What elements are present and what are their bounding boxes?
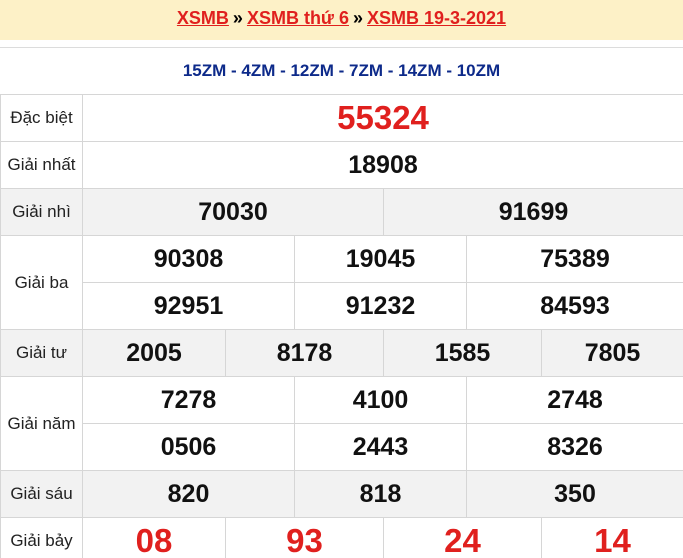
- prize-number: 350: [465, 470, 683, 518]
- prize-number: 2748: [465, 376, 683, 424]
- special-number: 55324: [81, 94, 683, 142]
- prize-number: 18908: [81, 141, 683, 189]
- prize-number: 8326: [465, 423, 683, 471]
- prize-label: Giải năm: [0, 376, 83, 471]
- prize-number: 08: [82, 517, 226, 558]
- prize-number: 0506: [82, 423, 295, 471]
- breadcrumb-separator: »: [232, 8, 243, 28]
- row-second: Giải nhì 70030 91699: [0, 188, 683, 236]
- prize-number: 4100: [294, 376, 467, 424]
- prize-number: 1585: [383, 329, 542, 377]
- prize-label: Giải ba: [0, 235, 83, 330]
- row-fifth-b: 0506 2443 8326: [1, 423, 683, 471]
- prize-number: 24: [383, 517, 542, 558]
- breadcrumb-link-xsmb[interactable]: XSMB: [177, 8, 229, 28]
- prize-number: 91232: [294, 282, 467, 330]
- prize-number: 820: [82, 470, 295, 518]
- prize-number: 90308: [82, 235, 295, 283]
- prize-number: 70030: [82, 188, 384, 236]
- prize-label: Giải bảy: [0, 517, 83, 558]
- row-first: Giải nhất 18908: [0, 141, 683, 189]
- prize-label: Giải sáu: [0, 470, 83, 518]
- prize-number: 14: [540, 517, 683, 558]
- prize-number: 7805: [540, 329, 683, 377]
- prize-label: Giải nhất: [0, 141, 83, 189]
- prize-label: Đặc biệt: [0, 94, 83, 142]
- row-sixth: Giải sáu 820 818 350: [0, 470, 683, 518]
- prize-number: 91699: [382, 188, 683, 236]
- prize-number: 7278: [82, 376, 295, 424]
- prize-number: 84593: [465, 282, 683, 330]
- prize-number: 2005: [82, 329, 226, 377]
- breadcrumb-link-xsmb-date[interactable]: XSMB 19-3-2021: [367, 8, 506, 28]
- breadcrumb-link-xsmb-weekday[interactable]: XSMB thứ 6: [247, 8, 349, 28]
- prize-number: 8178: [225, 329, 384, 377]
- results-table: Đặc biệt 55324 Giải nhất 18908 Giải nhì …: [0, 94, 683, 558]
- draw-codes: 15ZM - 4ZM - 12ZM - 7ZM - 14ZM - 10ZM: [0, 47, 683, 94]
- prize-label: Giải tư: [0, 329, 83, 377]
- prize-label: Giải nhì: [0, 188, 83, 236]
- prize-number: 92951: [82, 282, 295, 330]
- row-special: Đặc biệt 55324: [0, 94, 683, 142]
- prize-number: 2443: [294, 423, 467, 471]
- prize-number: 19045: [294, 235, 467, 283]
- row-seventh: Giải bảy 08 93 24 14: [0, 517, 683, 558]
- row-fifth-a: Giải năm 7278 4100 2748: [0, 376, 683, 471]
- prize-number: 93: [225, 517, 384, 558]
- prize-number: 75389: [465, 235, 683, 283]
- row-fourth: Giải tư 2005 8178 1585 7805: [0, 329, 683, 377]
- row-third-b: 92951 91232 84593: [1, 282, 683, 330]
- breadcrumb-separator: »: [352, 8, 363, 28]
- breadcrumb: XSMB» XSMB thứ 6» XSMB 19-3-2021: [0, 0, 683, 40]
- prize-number: 818: [294, 470, 467, 518]
- row-third-a: Giải ba 90308 19045 75389: [0, 235, 683, 330]
